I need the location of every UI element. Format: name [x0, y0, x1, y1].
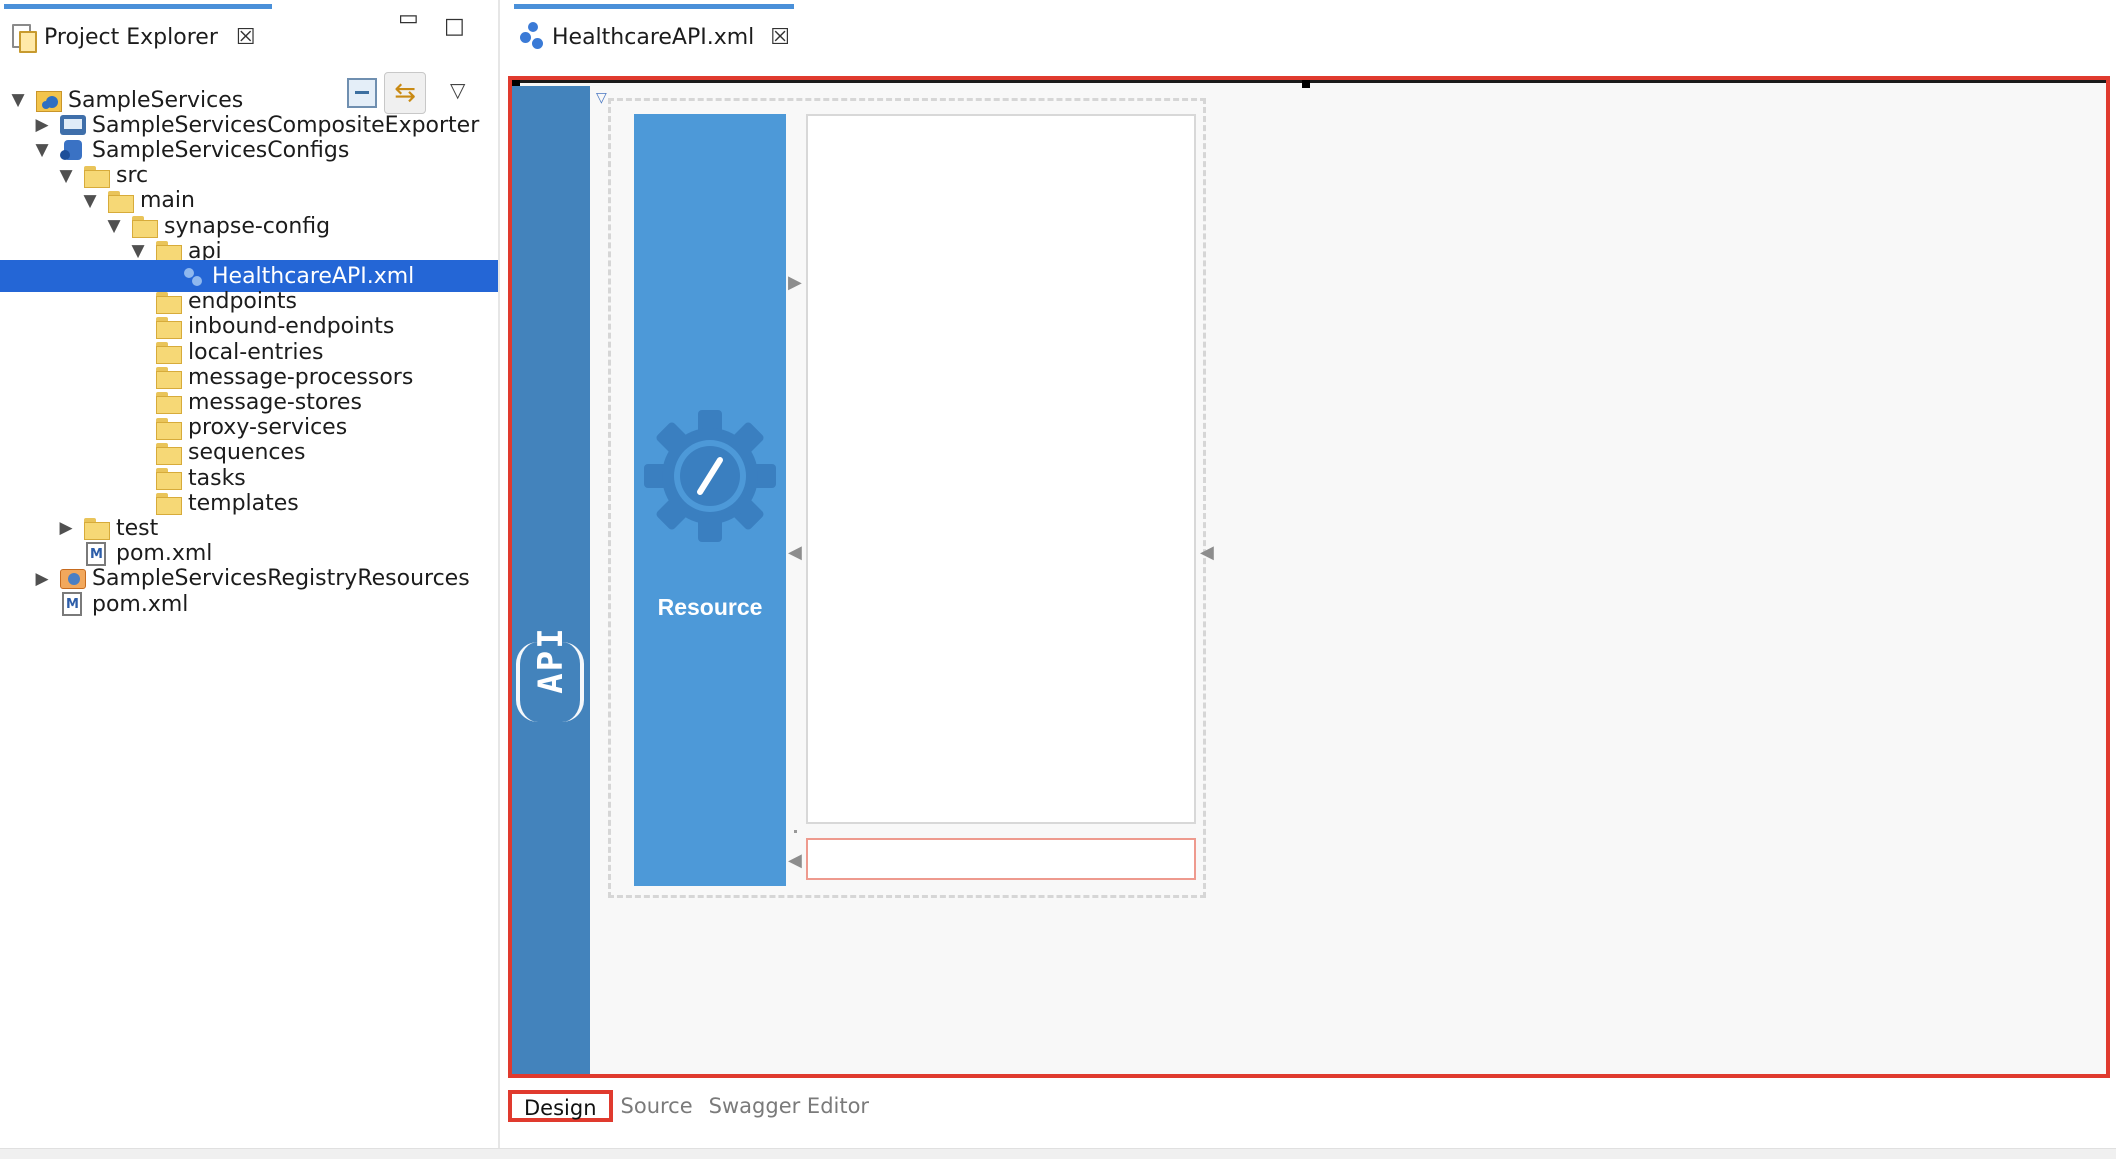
active-editor-tab-indicator	[514, 4, 794, 9]
expanded-arrow-icon[interactable]: ▼	[8, 90, 28, 110]
tree-item-label: pom.xml	[92, 591, 189, 617]
out-arrow-icon: ◀	[1200, 542, 1214, 563]
maximize-icon[interactable]: □	[444, 14, 465, 39]
selection-handle[interactable]	[1302, 80, 1310, 88]
editor-tab-healthcareapi[interactable]: HealthcareAPI.xml ☒	[520, 20, 790, 54]
tree-item-label: templates	[188, 490, 299, 516]
tab-swagger-editor[interactable]: Swagger Editor	[701, 1090, 877, 1122]
tab-source[interactable]: Source	[613, 1090, 701, 1122]
active-tab-indicator	[4, 4, 272, 9]
fault-sequence-area[interactable]	[806, 838, 1196, 880]
close-icon[interactable]: ☒	[236, 25, 256, 50]
minimize-icon[interactable]: ▭	[398, 6, 419, 31]
project-explorer-view: Project Explorer ☒ ▭ □ ⇆ ▽ ▼ SampleServic…	[0, 0, 500, 1158]
project-explorer-tab[interactable]: Project Explorer ☒	[12, 20, 256, 54]
collapsed-arrow-icon[interactable]: ▶	[32, 115, 52, 135]
tree-item[interactable]: pom.xml	[32, 588, 188, 620]
expand-caret-icon[interactable]: ▽	[596, 90, 607, 106]
collapsed-arrow-icon[interactable]: ▶	[56, 518, 76, 538]
expanded-arrow-icon[interactable]: ▼	[80, 191, 100, 211]
design-canvas[interactable]: API ▽ Resource ▶ ◀ ◀ ◀	[508, 76, 2110, 1078]
out-arrow-icon: ◀	[788, 542, 802, 563]
expanded-arrow-icon[interactable]: ▼	[56, 166, 76, 186]
collapse-all-icon[interactable]	[347, 78, 377, 108]
tab-design[interactable]: Design	[508, 1090, 613, 1122]
editor-area: HealthcareAPI.xml ☒ API ▽ Resource ▶ ◀ ◀…	[500, 0, 2116, 1158]
editor-page-tabs: Design Source Swagger Editor	[508, 1088, 877, 1124]
fault-arrow-icon: ◀	[788, 850, 802, 871]
api-label: API	[531, 626, 571, 694]
in-arrow-icon: ▶	[788, 272, 802, 293]
collapsed-arrow-icon[interactable]: ▶	[32, 569, 52, 589]
resource-block[interactable]: Resource	[634, 114, 786, 886]
folder-icon	[154, 491, 184, 516]
expanded-arrow-icon[interactable]: ▼	[104, 216, 124, 236]
api-bar[interactable]: API	[512, 86, 590, 1074]
editor-tab-title: HealthcareAPI.xml	[552, 24, 755, 50]
close-icon[interactable]: ☒	[770, 25, 790, 50]
link-with-editor-icon[interactable]: ⇆	[384, 72, 426, 114]
expanded-arrow-icon[interactable]: ▼	[32, 140, 52, 160]
gear-icon	[644, 410, 776, 542]
resource-label: Resource	[657, 594, 763, 620]
api-file-icon	[520, 22, 544, 52]
project-explorer-icon	[12, 24, 37, 53]
view-menu-icon[interactable]: ▽	[450, 78, 465, 102]
project-explorer-title: Project Explorer	[44, 24, 218, 50]
in-sequence-area[interactable]	[806, 114, 1196, 824]
connector-dot	[794, 830, 797, 833]
status-strip	[0, 1148, 2116, 1159]
expanded-arrow-icon[interactable]: ▼	[128, 241, 148, 261]
pom-icon	[58, 592, 88, 616]
